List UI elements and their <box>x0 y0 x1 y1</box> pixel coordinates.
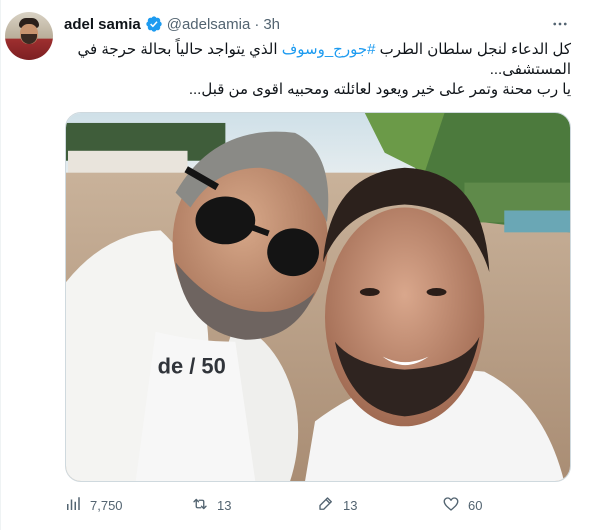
photo-water <box>504 210 570 233</box>
tweet-text-before-hashtag: كل الدعاء لنجل سلطان الطرب <box>375 41 571 58</box>
retweet-count: 13 <box>217 497 232 513</box>
more-dots-icon[interactable] <box>549 14 571 34</box>
like-action[interactable]: 60 <box>442 495 482 515</box>
views-count: 7,750 <box>90 497 123 513</box>
photo-building <box>67 150 188 173</box>
tweet-actions: 7,750 13 13 60 <box>64 495 564 515</box>
retweet-action[interactable]: 13 <box>191 495 231 515</box>
heart-icon <box>442 495 460 516</box>
tweet[interactable]: adel samia @adelsamia · 3h كل الدعاء لنج… <box>0 0 593 530</box>
photo-eye-right-2 <box>426 288 447 297</box>
tweet-text-line-2: يا رب محنة وتمر على خير ويعود لعائلته وم… <box>188 81 571 98</box>
retweet-icon <box>191 495 209 516</box>
tweet-timestamp[interactable]: 3h <box>263 16 280 33</box>
analytics-icon <box>64 495 82 516</box>
separator-dot: · <box>254 15 260 33</box>
photo-shirt-print: de / 50 <box>158 354 226 379</box>
tweet-photo[interactable]: de / 50 <box>65 112 571 482</box>
tweet-header: adel samia @adelsamia · 3h <box>64 14 280 34</box>
photo-eye-right-1 <box>359 288 380 297</box>
quote-action[interactable]: 13 <box>317 495 357 515</box>
quote-icon <box>317 495 335 516</box>
hashtag-link[interactable]: #جورج_وسوف <box>282 41 376 58</box>
tweet-text: كل الدعاء لنجل سلطان الطرب #جورج_وسوف ال… <box>64 40 572 100</box>
tweet-text-line-1: كل الدعاء لنجل سلطان الطرب #جورج_وسوف ال… <box>64 40 572 80</box>
avatar-beard <box>21 34 37 44</box>
user-handle[interactable]: @adelsamia <box>167 16 251 33</box>
photo-illustration: de / 50 <box>66 113 570 481</box>
likes-count: 60 <box>468 497 483 513</box>
avatar[interactable] <box>5 12 53 60</box>
display-name[interactable]: adel samia <box>64 16 141 33</box>
quote-count: 13 <box>343 497 358 513</box>
views-action[interactable]: 7,750 <box>64 495 123 515</box>
verified-badge-icon <box>145 15 163 33</box>
